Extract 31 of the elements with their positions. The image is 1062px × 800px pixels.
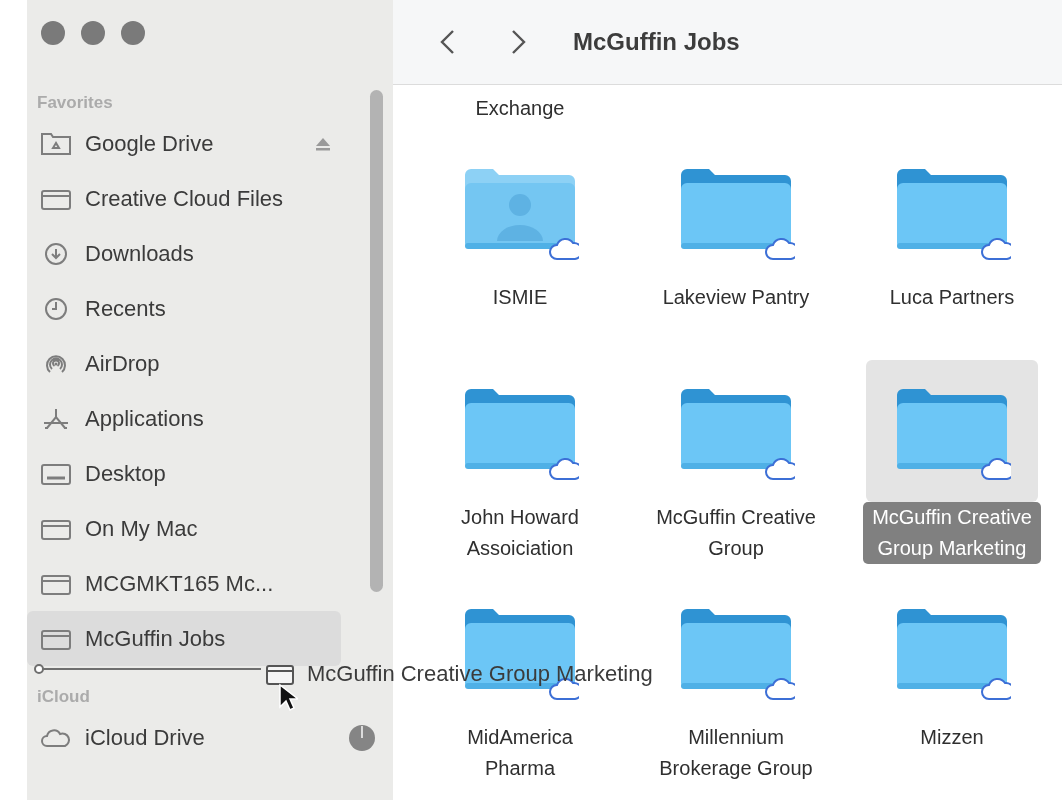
folder-label[interactable]: Millennium Brokerage Group	[647, 722, 825, 784]
folder-label[interactable]: Luca Partners	[883, 282, 1021, 313]
scrollbar[interactable]	[370, 90, 383, 592]
folder-label[interactable]: Lakeview Pantry	[656, 282, 816, 313]
sidebar-item[interactable]: Recents	[27, 281, 341, 336]
window-control-button[interactable]	[41, 21, 65, 45]
drive-folder-icon	[39, 130, 73, 157]
section-header: Favorites	[37, 92, 113, 114]
folder-label[interactable]: ISMIE	[486, 282, 554, 313]
window-control-button[interactable]	[81, 21, 105, 45]
sidebar-item[interactable]: Applications	[27, 391, 341, 446]
sidebar-item[interactable]: McGuffin Jobs	[27, 611, 341, 666]
sidebar-item[interactable]: MCGMKT165 Mc...	[27, 556, 341, 611]
window-title: McGuffin Jobs	[573, 27, 740, 57]
folder-label[interactable]: John Howard Assoiciation	[431, 502, 609, 564]
folder-label[interactable]: McGuffin Creative Group	[647, 502, 825, 564]
sidebar-item[interactable]: Google Drive	[27, 116, 341, 171]
sidebar-item[interactable]: Creative Cloud Files	[27, 171, 341, 226]
sidebar-item[interactable]: AirDrop	[27, 336, 341, 391]
folder-label: Exchange	[475, 97, 565, 119]
eject-icon[interactable]	[315, 136, 331, 151]
sidebar-item[interactable]: On My Mac	[27, 501, 341, 556]
window-control-button[interactable]	[121, 21, 145, 45]
section-header: iCloud	[37, 686, 90, 708]
folder-label[interactable]: McGuffin Creative Group Marketing	[863, 502, 1041, 564]
sidebar-item[interactable]: Desktop	[27, 446, 341, 501]
cursor-icon	[278, 683, 298, 713]
sidebar-item[interactable]: Downloads	[27, 226, 341, 281]
folder-label[interactable]: MidAmerica Pharma	[431, 722, 609, 784]
sidebar-item[interactable]: iCloud Drive	[27, 710, 341, 765]
folder-label[interactable]: Mizzen	[914, 722, 990, 753]
